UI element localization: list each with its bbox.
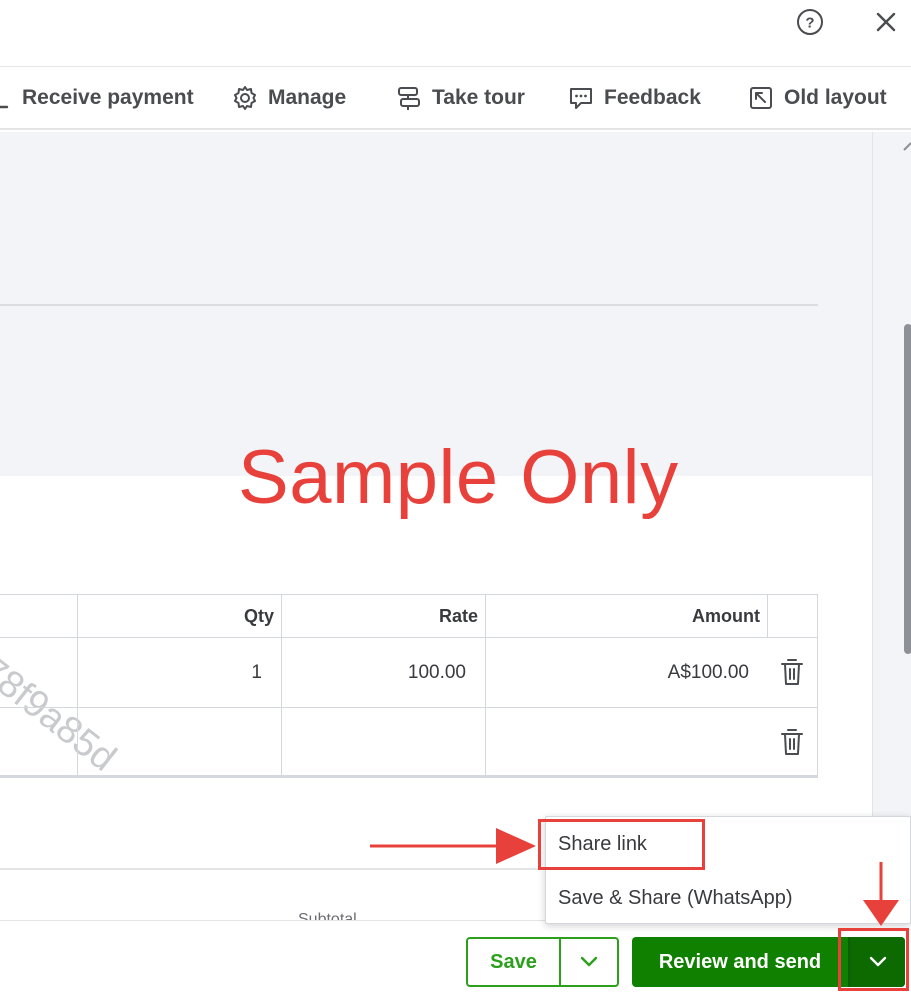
trash-icon[interactable] (778, 726, 806, 758)
feedback-button[interactable]: Feedback (568, 67, 701, 129)
gear-icon (232, 85, 258, 111)
trash-icon[interactable] (778, 656, 806, 688)
toolbar: Receive payment Manage Take tour Feedbac… (0, 66, 911, 130)
rate-cell[interactable]: 100.00 (281, 638, 466, 707)
scrollbar-thumb[interactable] (904, 324, 911, 654)
save-share-whatsapp-menu-item[interactable]: Save & Share (WhatsApp) (546, 871, 910, 925)
divider (0, 304, 818, 306)
qty-header: Qty (243, 605, 274, 626)
qty-cell[interactable]: 1 (77, 638, 262, 707)
feedback-icon (568, 85, 594, 111)
line-items-table: Qty Rate Amount 1 100.00 A$100.00 (0, 594, 818, 778)
receive-payment-button[interactable]: Receive payment (0, 67, 194, 129)
help-icon[interactable]: ? (792, 4, 828, 40)
rate-cell[interactable] (281, 708, 466, 775)
sample-watermark: Sample Only (238, 435, 679, 520)
chevron-down-icon (580, 956, 598, 967)
manage-label: Manage (268, 86, 347, 109)
old-layout-label: Old layout (784, 86, 887, 109)
old-layout-button[interactable]: Old layout (748, 67, 887, 129)
scroll-up-icon[interactable] (903, 140, 911, 154)
amount-cell[interactable]: A$100.00 (485, 638, 749, 707)
take-tour-label: Take tour (432, 86, 525, 109)
qty-cell[interactable] (77, 708, 262, 775)
svg-text:?: ? (805, 15, 814, 32)
table-row[interactable]: 1 100.00 A$100.00 (0, 638, 818, 708)
review-and-send-button[interactable]: Review and send (632, 937, 850, 987)
manage-button[interactable]: Manage (232, 67, 346, 129)
amount-cell[interactable] (485, 708, 749, 775)
receive-payment-icon (0, 85, 12, 111)
save-button-group: Save (466, 937, 619, 987)
rate-header: Rate (438, 605, 478, 626)
save-options-button[interactable] (561, 939, 617, 985)
amount-header: Amount (692, 605, 760, 626)
arrow-box-icon (748, 85, 774, 111)
save-button[interactable]: Save (468, 939, 561, 985)
close-icon[interactable] (868, 4, 904, 40)
invoice-header-panel (0, 132, 872, 476)
subtotal-label: Subtotal (298, 911, 357, 920)
receive-payment-label: Receive payment (22, 86, 194, 109)
table-row[interactable] (0, 708, 818, 778)
take-tour-button[interactable]: Take tour (396, 67, 525, 129)
dropdown-caret-highlight (838, 928, 909, 991)
share-link-highlight (538, 819, 705, 870)
feedback-label: Feedback (604, 86, 701, 109)
table-header: Qty Rate Amount (0, 594, 818, 638)
signpost-icon (396, 85, 422, 111)
